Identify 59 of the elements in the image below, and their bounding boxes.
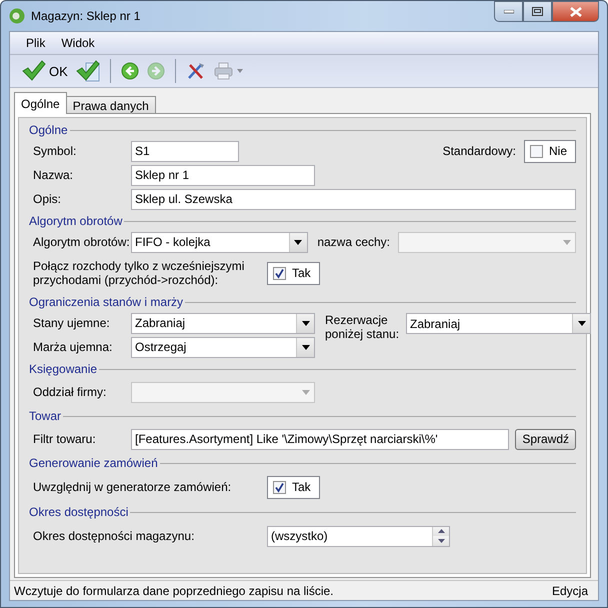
dropdown[interactable]: FIFO - kolejka — [131, 232, 308, 252]
text-field[interactable]: Sklep nr 1 — [131, 164, 315, 186]
tools-icon — [186, 62, 206, 80]
field-label: Rezerwacje poniżej stanu: — [325, 313, 400, 341]
field-label: Okres dostępności magazynu: — [33, 529, 196, 543]
field-label: Oddział firmy: — [33, 385, 108, 399]
spin-field[interactable]: (wszystko) — [267, 526, 450, 546]
checkbox-icon — [530, 144, 543, 158]
section-title: Ograniczenia stanów i marży — [29, 295, 184, 309]
section-title: Algorytm obrotów — [29, 214, 122, 228]
printer-icon — [214, 62, 244, 80]
check-button[interactable]: Sprawdź — [515, 428, 576, 450]
maximize-button[interactable] — [523, 1, 552, 22]
field-label: Stany ujemne: — [33, 316, 111, 330]
checkbox-icon — [273, 266, 286, 280]
section-title: Towar — [29, 409, 62, 423]
section-title: Okres dostępności — [29, 505, 128, 519]
menu-item[interactable]: Widok — [55, 34, 101, 52]
field-label: nazwa cechy: — [317, 235, 392, 249]
spin-buttons-icon — [432, 526, 449, 546]
checkbox[interactable]: Tak — [267, 262, 320, 284]
section-title: Księgowanie — [29, 362, 98, 376]
field-label: Opis: — [33, 192, 62, 206]
app-icon — [9, 8, 25, 24]
field-label: Algorytm obrotów: — [33, 235, 131, 249]
field-label: Standardowy: — [442, 144, 516, 158]
toolbar-button[interactable] — [118, 60, 141, 82]
section-title: Generowanie zamówień — [29, 456, 158, 470]
window-title: Magazyn: Sklep nr 1 — [31, 9, 140, 23]
checkmark-icon — [22, 60, 46, 82]
dropdown[interactable]: Zabraniaj — [131, 312, 315, 334]
checkbox-icon — [273, 480, 286, 494]
minimize-button[interactable] — [494, 1, 523, 22]
field-label: Symbol: — [33, 144, 78, 158]
field-label: Uwzględnij w generatorze zamówień: — [33, 480, 232, 494]
section-title: Ogólne — [29, 123, 68, 137]
field-label: Marża ujemna: — [33, 340, 114, 354]
menu-item[interactable]: Plik — [20, 34, 52, 52]
field-label: Połącz rozchody tylko z wcześniejszymi przychodami (przychód->rozchód): — [33, 259, 246, 287]
maximize-icon — [532, 7, 543, 16]
toolbar-button[interactable]: OK — [20, 58, 70, 84]
field-label: Nazwa: — [33, 168, 74, 182]
dropdown[interactable]: Ostrzegaj — [131, 336, 315, 358]
dropdown[interactable]: Zabraniaj — [406, 313, 591, 334]
minimize-icon — [504, 10, 514, 14]
tab[interactable]: Ogólne — [14, 92, 67, 114]
status-message: Wczytuje do formularza dane poprzedniego zapisu na liście. — [14, 584, 334, 598]
checkbox[interactable]: Nie — [524, 140, 576, 162]
text-field[interactable]: S1 — [131, 140, 239, 162]
checkmark-document-icon — [76, 60, 100, 82]
text-field[interactable]: Sklep ul. Szewska — [131, 188, 576, 210]
tab[interactable]: Prawa danych — [66, 96, 156, 114]
text-field[interactable]: [Features.Asortyment] Like '\Zimowy\Sprzęt narciarski\%' — [131, 428, 510, 450]
checkbox[interactable]: Tak — [267, 476, 320, 498]
status-mode: Edycja — [552, 584, 588, 598]
field-label: Filtr towaru: — [33, 432, 97, 446]
close-button[interactable] — [552, 1, 599, 22]
close-icon — [570, 6, 582, 16]
toolbar-button[interactable] — [74, 58, 102, 84]
